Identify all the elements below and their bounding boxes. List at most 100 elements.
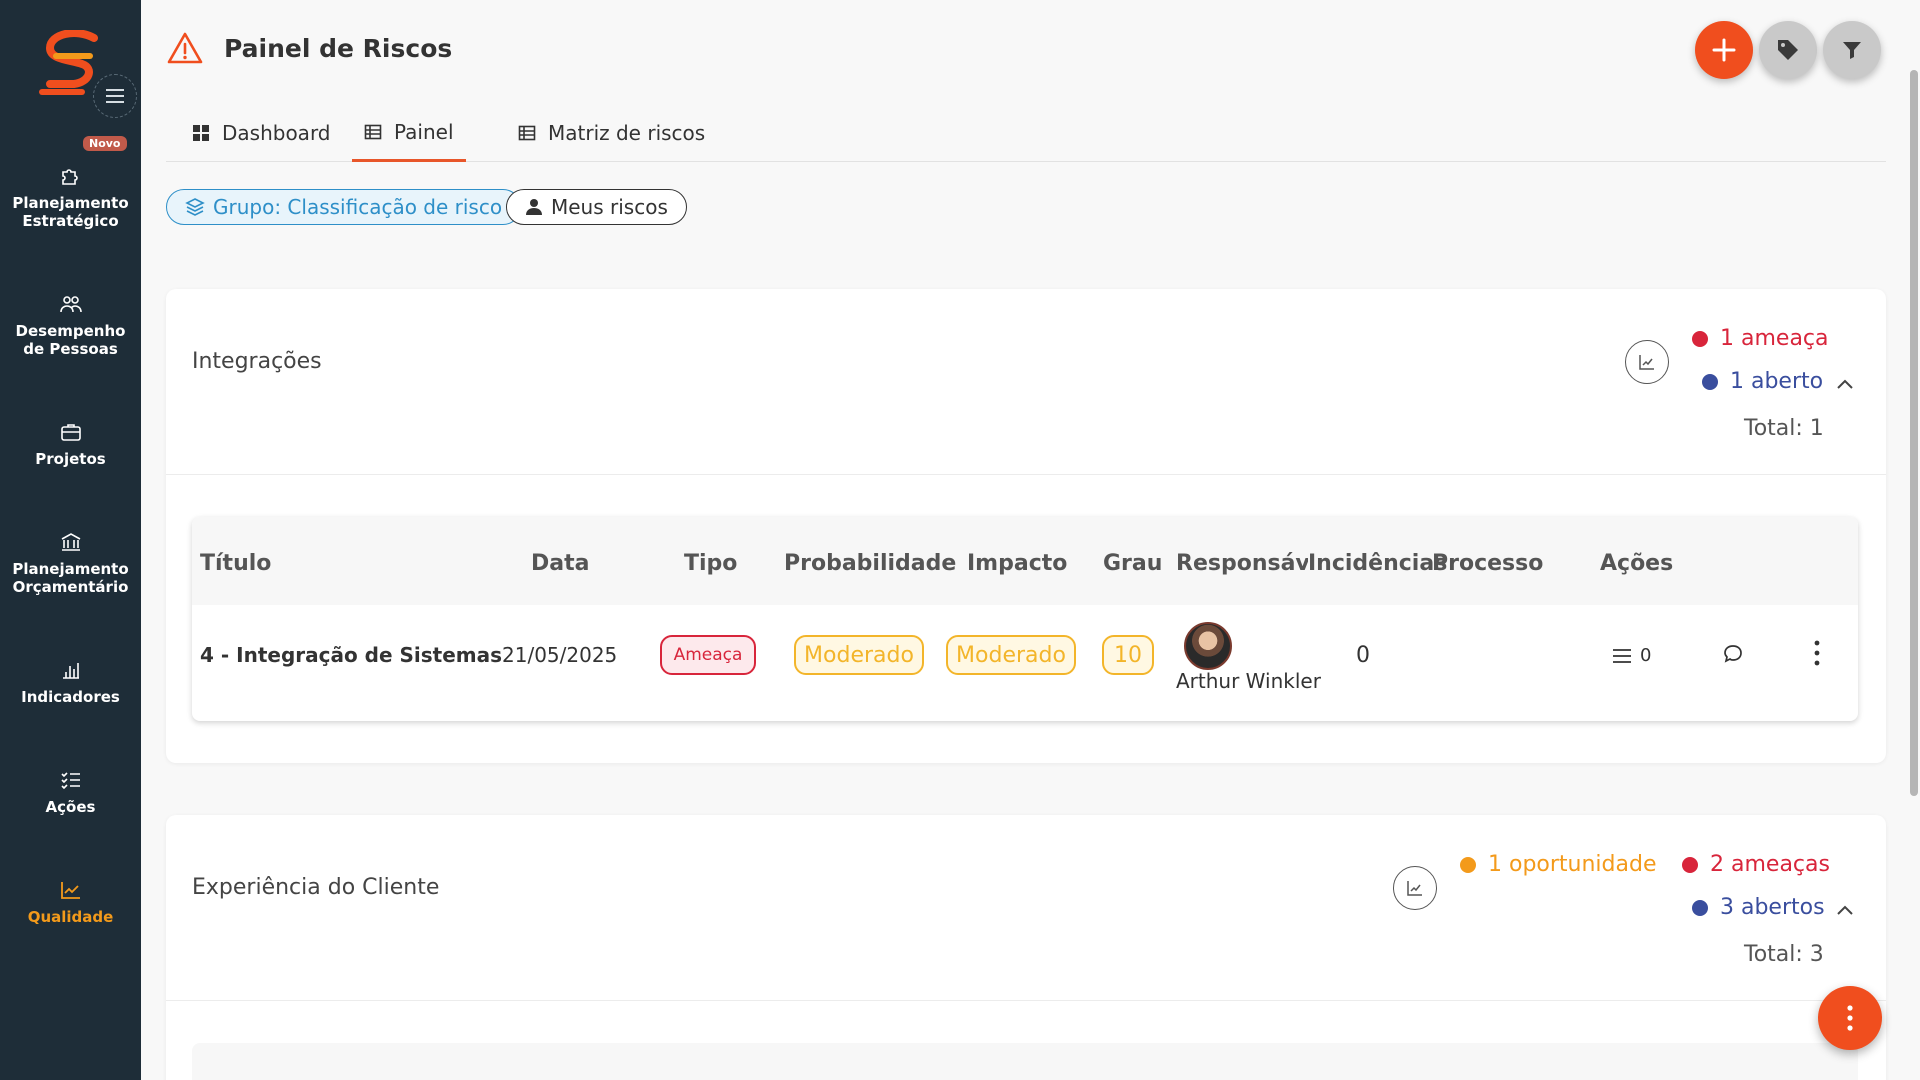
comment-icon[interactable] [1722, 643, 1744, 665]
more-vertical-icon[interactable] [1812, 639, 1822, 667]
sidebar-item-planejamento-estrategico[interactable]: Planejamento Estratégico [0, 164, 141, 230]
group-header[interactable]: Experiência do Cliente 1 oportunidade 2 … [166, 815, 1886, 1001]
plus-icon [1712, 38, 1736, 62]
tags-button[interactable] [1759, 21, 1817, 79]
col-acoes[interactable]: Ações [1600, 551, 1673, 576]
threats-label: 2 ameaças [1710, 852, 1830, 877]
process-actions-count[interactable]: 0 [1612, 645, 1651, 666]
col-tipo[interactable]: Tipo [684, 551, 737, 576]
more-vertical-icon [1847, 1005, 1853, 1031]
hamburger-icon [106, 95, 124, 97]
col-grau[interactable]: Grau [1103, 551, 1162, 576]
tab-bar: Dashboard Painel Matriz de riscos [166, 104, 1886, 162]
group-chart-button[interactable] [1625, 340, 1669, 384]
col-processo[interactable]: Processo [1432, 551, 1543, 576]
puzzle-icon [61, 169, 78, 185]
add-risk-button[interactable] [1695, 21, 1753, 79]
group-title: Integrações [192, 349, 322, 374]
layers-icon [185, 198, 205, 216]
threats-label: 1 ameaça [1720, 326, 1829, 351]
sidebar-item-desempenho-pessoas[interactable]: Desempenho de Pessoas [0, 292, 141, 358]
opportunity-dot [1460, 856, 1476, 873]
col-incidencias[interactable]: Incidências [1308, 551, 1447, 576]
chevron-up-icon[interactable] [1834, 899, 1856, 921]
col-impacto[interactable]: Impacto [967, 551, 1067, 576]
list-icon [1613, 648, 1631, 663]
sidebar-item-acoes[interactable]: Ações [0, 768, 141, 816]
risk-title[interactable]: 4 - Integração de Sistemas [200, 643, 502, 667]
group-chart-button[interactable] [1393, 866, 1437, 910]
opportunities-label: 1 oportunidade [1488, 852, 1657, 877]
col-titulo[interactable]: Título [200, 551, 271, 576]
risk-type-badge: Ameaça [660, 635, 756, 675]
page-title: Painel de Riscos [224, 34, 453, 63]
tab-matriz-de-riscos[interactable]: Matriz de riscos [506, 104, 717, 162]
my-risks-chip[interactable]: Meus riscos [506, 189, 687, 225]
open-count: 3 abertos [1692, 895, 1825, 920]
open-dot [1692, 899, 1708, 916]
sidebar-item-label: Estratégico [22, 212, 119, 230]
threats-count: 1 ameaça [1692, 326, 1829, 351]
menu-toggle-button[interactable] [93, 74, 137, 118]
sidebar-item-label: de Pessoas [23, 340, 118, 358]
chart-icon [1407, 881, 1422, 896]
probability-badge: Moderado [794, 635, 924, 675]
tab-label: Dashboard [222, 121, 331, 145]
tab-painel[interactable]: Painel [352, 104, 466, 162]
threats-count: 2 ameaças [1682, 852, 1830, 877]
risk-group-card: Integrações 1 ameaça 1 aberto Total: 1 T… [166, 289, 1886, 763]
sidebar-item-label: Qualidade [27, 908, 114, 926]
sidebar-item-indicadores[interactable]: Indicadores [0, 658, 141, 706]
sidebar-item-label: Ações [45, 798, 96, 816]
group-header[interactable]: Integrações 1 ameaça 1 aberto Total: 1 [166, 289, 1886, 475]
group-title: Experiência do Cliente [192, 875, 440, 900]
sidebar-item-label: Planejamento [12, 194, 129, 212]
line-chart-icon [60, 882, 80, 899]
grade-badge: 10 [1102, 635, 1154, 675]
tab-label: Matriz de riscos [548, 121, 706, 145]
sidebar: Novo Planejamento Estratégico Desempenho… [0, 0, 141, 1080]
tab-label: Painel [394, 119, 454, 144]
sidebar-item-qualidade[interactable]: Qualidade [0, 878, 141, 926]
bank-icon [61, 533, 80, 551]
col-data[interactable]: Data [531, 551, 589, 576]
sidebar-item-label: Indicadores [21, 688, 120, 706]
briefcase-icon [60, 424, 81, 441]
page-scrollbar[interactable] [1910, 70, 1918, 796]
col-responsavel[interactable]: Responsável [1176, 551, 1308, 576]
responsible-name: Arthur Winkler [1176, 669, 1321, 693]
chevron-up-icon[interactable] [1834, 373, 1856, 395]
filter-icon [1843, 42, 1861, 59]
group-total: Total: 1 [1744, 416, 1824, 441]
tab-dashboard[interactable]: Dashboard [180, 104, 343, 162]
chip-label: Meus riscos [551, 195, 668, 219]
avatar[interactable] [1184, 622, 1232, 670]
risk-table: Título Data Tipo Probabilidade Impacto G… [192, 517, 1858, 721]
threat-dot [1692, 330, 1708, 347]
sidebar-item-projetos[interactable]: Projetos [0, 420, 141, 468]
open-label: 3 abertos [1720, 895, 1825, 920]
opportunities-count: 1 oportunidade [1460, 852, 1657, 877]
open-label: 1 aberto [1730, 369, 1824, 394]
sidebar-item-label: Planejamento [12, 560, 129, 578]
sidebar-item-planejamento-orcamentario[interactable]: Planejamento Orçamentário [0, 530, 141, 596]
risk-group-card: Experiência do Cliente 1 oportunidade 2 … [166, 815, 1886, 1080]
sidebar-item-label: Orçamentário [12, 578, 129, 596]
user-icon [526, 199, 542, 215]
people-icon [59, 296, 82, 313]
impact-badge: Moderado [946, 635, 1076, 675]
chip-label: Grupo: Classificação de risco [213, 195, 503, 219]
more-options-fab[interactable] [1818, 986, 1882, 1050]
table-header: Título Data Tipo Probabilidade Impacto G… [192, 517, 1858, 605]
sidebar-item-label: Projetos [35, 450, 106, 468]
table-icon [364, 124, 382, 139]
filter-button[interactable] [1823, 21, 1881, 79]
risk-date: 21/05/2025 [502, 643, 618, 667]
open-count: 1 aberto [1702, 369, 1823, 394]
actions-count: 0 [1640, 645, 1652, 666]
warning-icon [167, 32, 203, 64]
table-header [192, 1043, 1858, 1080]
col-probabilidade[interactable]: Probabilidade [784, 551, 956, 576]
table-icon [518, 125, 536, 141]
group-by-chip[interactable]: Grupo: Classificação de risco [166, 189, 522, 225]
